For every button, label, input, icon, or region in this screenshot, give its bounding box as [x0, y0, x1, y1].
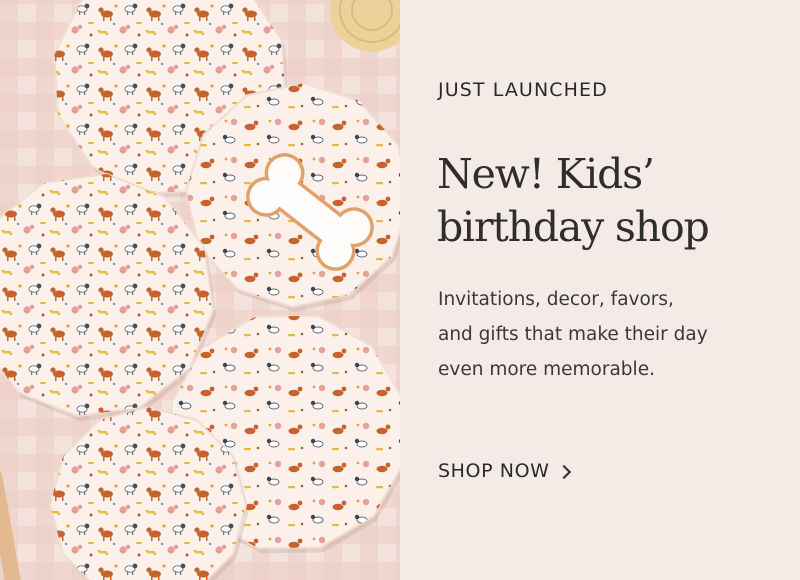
eyebrow-label: JUST LAUNCHED: [438, 79, 608, 101]
chevron-right-icon: [556, 464, 571, 479]
headline-line-1: New! Kids’: [437, 150, 655, 198]
promo-photo[interactable]: [0, 0, 400, 580]
description-line-2: and gifts that make their day: [438, 324, 708, 345]
promo-description: Invitations, decor, favors, and gifts th…: [438, 282, 783, 387]
shop-now-link[interactable]: SHOP NOW: [438, 460, 571, 482]
wooden-utensil: [0, 469, 23, 580]
dog-plates-illustration: [0, 0, 400, 580]
shop-now-label: SHOP NOW: [438, 460, 550, 482]
promo-banner[interactable]: JUST LAUNCHED New! Kids’ birthday shop I…: [0, 0, 800, 580]
promo-copy: JUST LAUNCHED New! Kids’ birthday shop I…: [400, 0, 800, 580]
promo-headline: New! Kids’ birthday shop: [437, 148, 777, 254]
description-line-1: Invitations, decor, favors,: [438, 289, 674, 310]
headline-line-2: birthday shop: [437, 203, 710, 251]
description-line-3: even more memorable.: [438, 359, 655, 380]
